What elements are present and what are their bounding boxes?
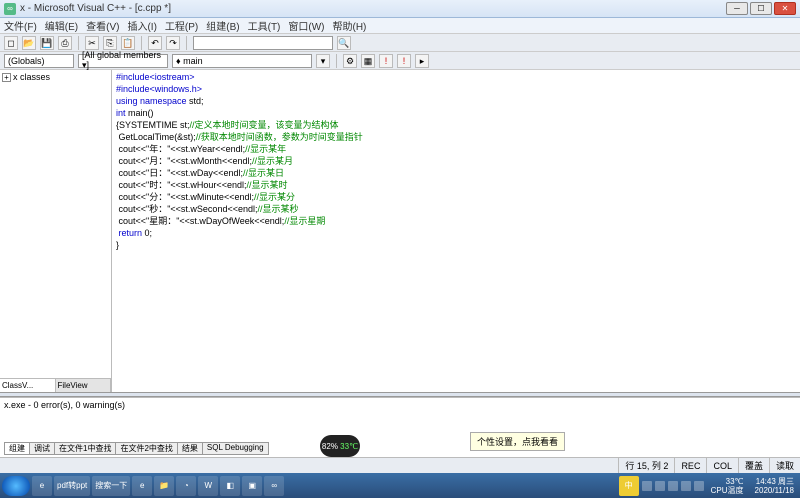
status-read: 读取 (769, 458, 800, 473)
start-button[interactable] (2, 476, 30, 496)
tray-clock[interactable]: 14:43 周三2020/11/18 (751, 477, 798, 495)
compile-button[interactable]: ⚙ (343, 54, 357, 68)
tab-fileview[interactable]: FileView (56, 379, 112, 392)
menu-window[interactable]: 窗口(W) (288, 18, 324, 33)
tree-toggle-icon[interactable]: + (2, 73, 11, 82)
debug-button[interactable]: ▸ (415, 54, 429, 68)
menu-help[interactable]: 帮助(H) (333, 18, 367, 33)
tray-icon[interactable] (681, 481, 691, 491)
outtab-debug[interactable]: 调试 (29, 442, 55, 455)
separator (336, 54, 337, 68)
new-button[interactable]: ◻ (4, 36, 18, 50)
tab-classview[interactable]: ClassV... (0, 379, 56, 392)
function-combo[interactable]: ♦ main (172, 54, 312, 68)
tray-temp: 33℃CPU温度 (707, 477, 748, 495)
tray-icon[interactable] (642, 481, 652, 491)
app-icon: ∞ (4, 3, 16, 15)
members-combo[interactable]: [All global members ▾] (78, 54, 168, 68)
build-button[interactable]: ▦ (361, 54, 375, 68)
tooltip: 个性设置，点我看看 (470, 432, 565, 451)
output-panel: x.exe - 0 error(s), 0 warning(s) 组建 调试 在… (0, 397, 800, 457)
find-combo[interactable] (193, 36, 333, 50)
minimize-button[interactable]: ─ (726, 2, 748, 15)
tray-icon[interactable] (668, 481, 678, 491)
window-title: x - Microsoft Visual C++ - [c.cpp *] (20, 3, 726, 14)
gauge-pct: 82% (322, 442, 338, 451)
menubar: 文件(F) 编辑(E) 查看(V) 插入(I) 工程(P) 组建(B) 工具(T… (0, 18, 800, 34)
task-vc[interactable]: ∞ (264, 476, 284, 496)
status-pos: 行 15, 列 2 (618, 458, 674, 473)
outtab-find2[interactable]: 在文件2中查找 (115, 442, 177, 455)
outtab-results[interactable]: 结果 (177, 442, 203, 455)
tray-icon[interactable] (655, 481, 665, 491)
workspace-sidebar: + x classes ClassV... FileView (0, 70, 112, 392)
ime-button[interactable]: 中 (619, 476, 639, 496)
outtab-build[interactable]: 组建 (4, 442, 30, 455)
task-app3[interactable]: ◧ (220, 476, 240, 496)
run-button[interactable]: ! (397, 54, 411, 68)
status-ovr: 覆盖 (738, 458, 769, 473)
task-search[interactable]: 搜索一下 (92, 476, 130, 496)
task-ie[interactable]: e (32, 476, 52, 496)
separator (186, 36, 187, 50)
separator (141, 36, 142, 50)
taskbar: e pdf转ppt 搜索一下 e 📁 ◔ W ◧ ▣ ∞ 中 33℃CPU温度 … (0, 473, 800, 498)
context-bar: (Globals) [All global members ▾] ♦ main … (0, 52, 800, 70)
task-browser[interactable]: e (132, 476, 152, 496)
outtab-sql[interactable]: SQL Debugging (202, 442, 269, 455)
gauge-temp: 33℃ (340, 442, 358, 451)
status-rec: REC (674, 458, 706, 473)
stop-button[interactable]: ! (379, 54, 393, 68)
maximize-button[interactable]: ☐ (750, 2, 772, 15)
task-app4[interactable]: ▣ (242, 476, 262, 496)
close-button[interactable]: ✕ (774, 2, 796, 15)
open-button[interactable]: 📂 (22, 36, 36, 50)
saveall-button[interactable]: ⎙ (58, 36, 72, 50)
code-editor[interactable]: #include<iostream> #include<windows.h> u… (112, 70, 800, 392)
task-app2[interactable]: W (198, 476, 218, 496)
redo-button[interactable]: ↷ (166, 36, 180, 50)
find-button[interactable]: 🔍 (337, 36, 351, 50)
menu-edit[interactable]: 编辑(E) (45, 18, 78, 33)
cpu-gauge[interactable]: 82% 33℃ (320, 435, 360, 457)
task-folder[interactable]: 📁 (154, 476, 174, 496)
menu-build[interactable]: 组建(B) (206, 18, 239, 33)
tree-root-label: x classes (13, 72, 50, 82)
menu-project[interactable]: 工程(P) (165, 18, 198, 33)
save-button[interactable]: 💾 (40, 36, 54, 50)
scope-combo[interactable]: (Globals) (4, 54, 74, 68)
paste-button[interactable]: 📋 (121, 36, 135, 50)
menu-view[interactable]: 查看(V) (86, 18, 119, 33)
cut-button[interactable]: ✂ (85, 36, 99, 50)
undo-button[interactable]: ↶ (148, 36, 162, 50)
go-button[interactable]: ▾ (316, 54, 330, 68)
menu-file[interactable]: 文件(F) (4, 18, 37, 33)
task-app1[interactable]: ◔ (176, 476, 196, 496)
tree-root[interactable]: + x classes (2, 72, 109, 82)
separator (78, 36, 79, 50)
statusbar: 行 15, 列 2 REC COL 覆盖 读取 (0, 457, 800, 473)
copy-button[interactable]: ⎘ (103, 36, 117, 50)
output-line: x.exe - 0 error(s), 0 warning(s) (4, 400, 796, 410)
menu-insert[interactable]: 插入(I) (127, 18, 156, 33)
status-col: COL (706, 458, 738, 473)
tray-icon[interactable] (694, 481, 704, 491)
menu-tools[interactable]: 工具(T) (248, 18, 281, 33)
outtab-find1[interactable]: 在文件1中查找 (54, 442, 116, 455)
task-pdf[interactable]: pdf转ppt (54, 476, 90, 496)
